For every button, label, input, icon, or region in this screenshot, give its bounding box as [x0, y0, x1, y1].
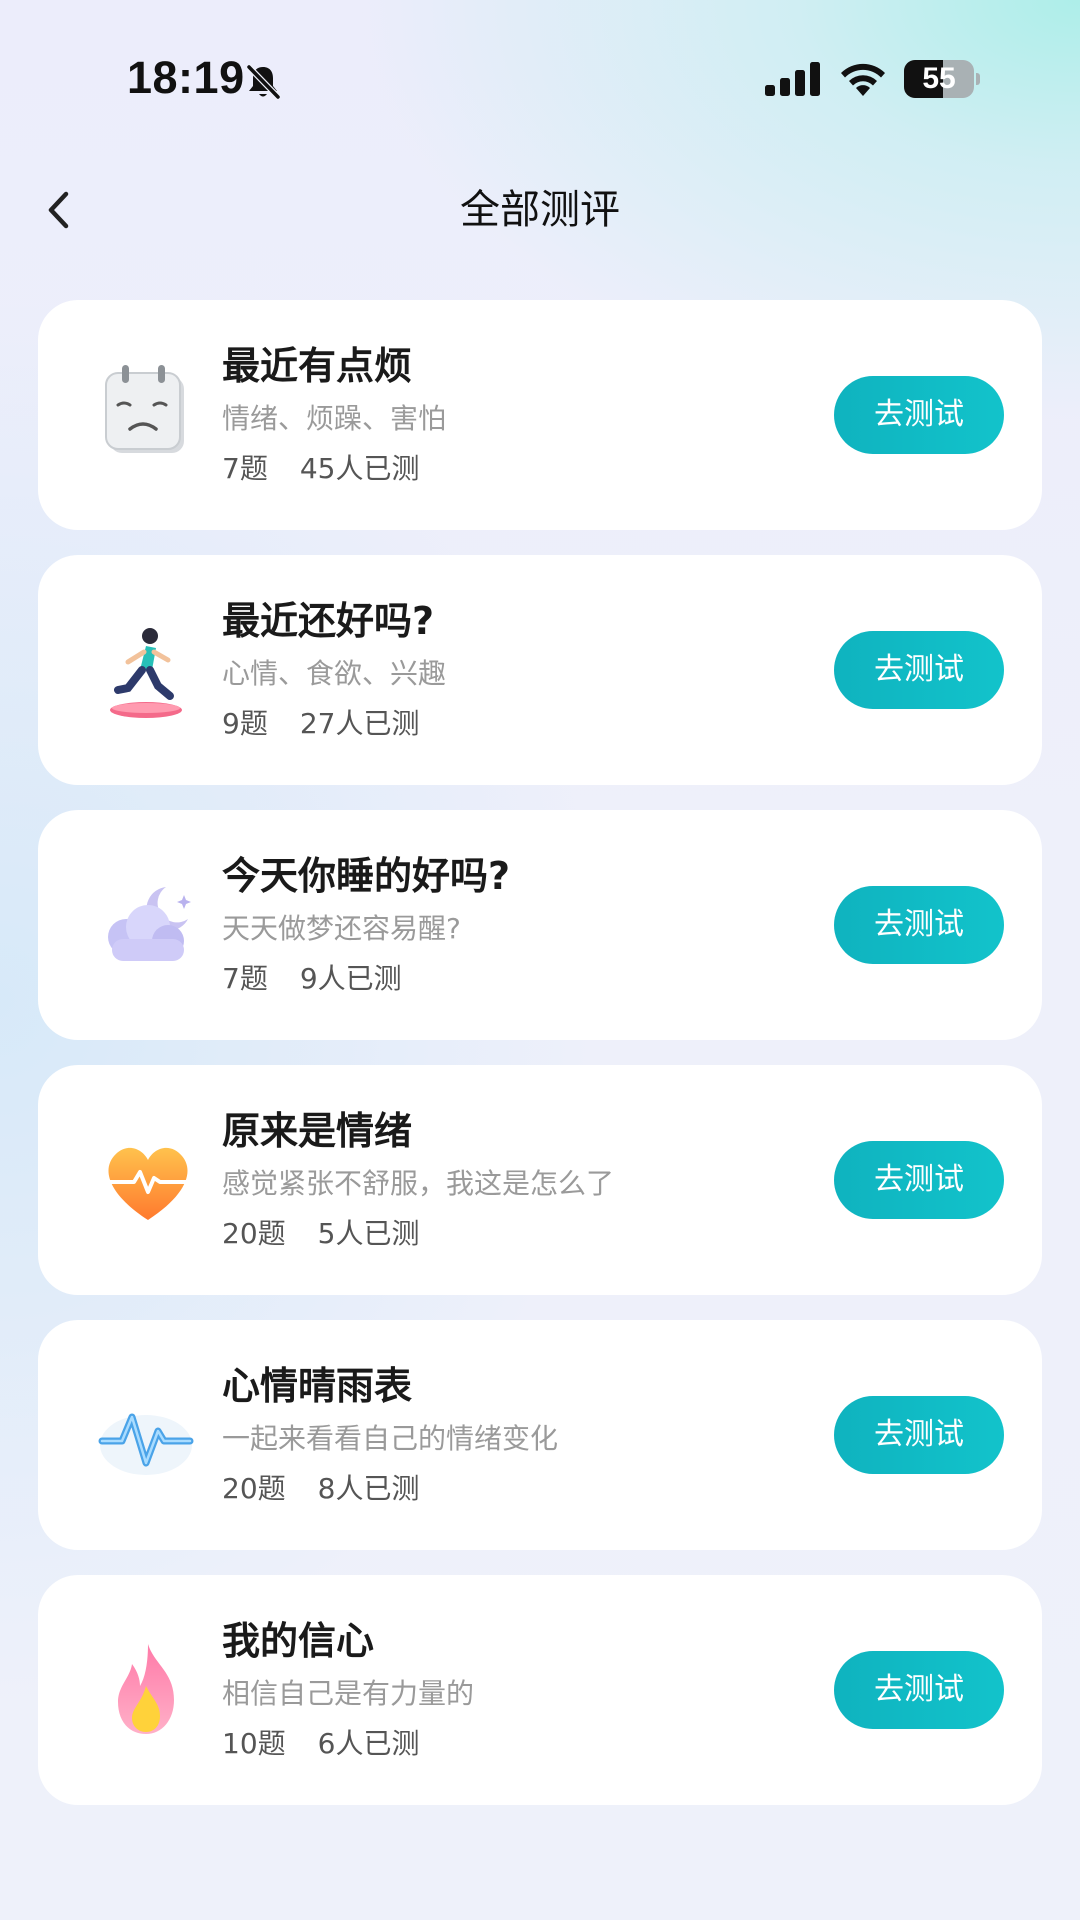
assessment-title: 原来是情绪: [222, 1109, 413, 1153]
start-test-button[interactable]: 去测试: [834, 631, 1004, 709]
participant-count: 45人已测: [299, 452, 420, 485]
assessment-title: 我的信心: [222, 1619, 375, 1663]
question-count: 9题: [222, 707, 268, 740]
start-test-button[interactable]: 去测试: [834, 1651, 1004, 1729]
start-test-button[interactable]: 去测试: [834, 886, 1004, 964]
question-count: 20题: [222, 1472, 286, 1505]
assessment-meta: 20题 5人已测: [222, 1214, 419, 1254]
assessment-description: 感觉紧张不舒服，我这是怎么了: [222, 1167, 615, 1200]
question-count: 7题: [222, 962, 268, 995]
cellular-signal-icon: [765, 62, 820, 96]
moon-cloud-icon: [108, 887, 191, 961]
assessment-description: 相信自己是有力量的: [222, 1677, 475, 1710]
page-title: 全部测评: [460, 187, 620, 233]
heart-pulse-icon: [108, 1147, 188, 1220]
assessment-title: 今天你睡的好吗?: [222, 854, 511, 898]
assessment-meta: 7题 9人已测: [222, 959, 402, 999]
start-test-button[interactable]: 去测试: [834, 1141, 1004, 1219]
bell-muted-icon: [245, 63, 282, 101]
assessment-card[interactable]: 最近有点烦 情绪、烦躁、害怕 7题 45人已测 去测试: [38, 300, 1042, 530]
wifi-icon: [841, 63, 885, 96]
assessment-card[interactable]: 原来是情绪 感觉紧张不舒服，我这是怎么了 20题 5人已测 去测试: [38, 1065, 1042, 1295]
participant-count: 5人已测: [317, 1217, 420, 1250]
nav-bar: 全部测评: [0, 160, 1080, 260]
question-count: 10题: [222, 1727, 286, 1760]
participant-count: 27人已测: [299, 707, 420, 740]
battery-indicator: 55: [904, 60, 980, 98]
participant-count: 8人已测: [317, 1472, 420, 1505]
assessment-title: 最近有点烦: [222, 344, 413, 388]
wave-icon: [98, 1413, 194, 1475]
flame-icon: [118, 1644, 174, 1734]
assessment-title: 最近还好吗?: [222, 599, 435, 643]
assessment-description: 情绪、烦躁、害怕: [222, 402, 447, 435]
status-bar: 18:19 55: [0, 0, 1080, 160]
status-time: 18:19: [127, 52, 245, 103]
battery-level-text: 55: [922, 62, 956, 95]
assessment-list: 最近有点烦 情绪、烦躁、害怕 7题 45人已测 去测试 最近还好吗? 心情、食欲、…: [38, 300, 1042, 1830]
start-test-button[interactable]: 去测试: [834, 376, 1004, 454]
assessment-title: 心情晴雨表: [222, 1364, 413, 1408]
start-test-button[interactable]: 去测试: [834, 1396, 1004, 1474]
participant-count: 6人已测: [317, 1727, 420, 1760]
question-count: 20题: [222, 1217, 286, 1250]
assessment-card[interactable]: 今天你睡的好吗? 天天做梦还容易醒? 7题 9人已测 去测试: [38, 810, 1042, 1040]
assessment-card[interactable]: 最近还好吗? 心情、食欲、兴趣 9题 27人已测 去测试: [38, 555, 1042, 785]
assessment-meta: 20题 8人已测: [222, 1469, 419, 1509]
assessment-meta: 9题 27人已测: [222, 704, 419, 744]
sad-calendar-icon: [105, 365, 184, 453]
assessment-description: 天天做梦还容易醒?: [222, 912, 461, 945]
assessment-description: 一起来看看自己的情绪变化: [222, 1422, 559, 1455]
assessment-card[interactable]: 心情晴雨表 一起来看看自己的情绪变化 20题 8人已测 去测试: [38, 1320, 1042, 1550]
assessment-card[interactable]: 我的信心 相信自己是有力量的 10题 6人已测 去测试: [38, 1575, 1042, 1805]
assessment-meta: 10题 6人已测: [222, 1724, 419, 1764]
running-person-icon: [110, 628, 182, 718]
assessment-meta: 7题 45人已测: [222, 449, 419, 489]
participant-count: 9人已测: [299, 962, 402, 995]
assessment-description: 心情、食欲、兴趣: [222, 657, 447, 690]
question-count: 7题: [222, 452, 268, 485]
